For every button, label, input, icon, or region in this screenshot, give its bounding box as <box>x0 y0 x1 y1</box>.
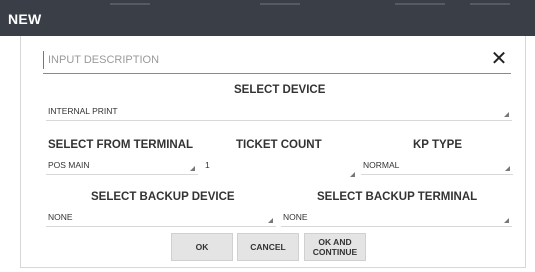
cancel-button-label: CANCEL <box>250 242 286 252</box>
dropdown-triangle-icon <box>190 166 195 171</box>
close-icon[interactable]: ✕ <box>489 48 509 70</box>
cancel-button[interactable]: CANCEL <box>237 233 299 261</box>
titlebar-shadow-artifact <box>395 3 445 5</box>
select-device-label: SELECT DEVICE <box>234 84 326 96</box>
ok-and-continue-button[interactable]: OK AND CONTINUE <box>304 233 366 261</box>
window-title: NEW <box>8 11 42 27</box>
dropdown-triangle-icon <box>504 112 509 117</box>
ticket-count-field[interactable]: 1 <box>201 155 356 175</box>
backup-device-dropdown[interactable]: NONE <box>46 207 276 227</box>
ok-button[interactable]: OK <box>171 233 233 261</box>
select-terminal-dropdown[interactable]: POS MAIN <box>46 155 198 175</box>
kp-type-dropdown[interactable]: NORMAL <box>361 155 513 175</box>
backup-device-value: NONE <box>48 212 73 222</box>
titlebar-shadow-artifact <box>470 3 510 5</box>
new-device-dialog: ✕ SELECT DEVICE INTERNAL PRINT SELECT FR… <box>20 36 526 268</box>
backup-device-label: SELECT BACKUP DEVICE <box>91 191 235 203</box>
select-terminal-label: SELECT FROM TERMINAL <box>48 139 194 151</box>
ticket-count-label: TICKET COUNT <box>236 139 322 151</box>
backup-terminal-label: SELECT BACKUP TERMINAL <box>317 191 478 203</box>
window-titlebar: NEW <box>0 0 535 36</box>
ok-and-continue-label-line2: CONTINUE <box>312 247 358 257</box>
dropdown-triangle-icon <box>350 172 355 177</box>
description-input[interactable] <box>43 51 463 69</box>
ok-and-continue-label-line1: OK AND <box>318 237 352 247</box>
ok-button-label: OK <box>195 242 209 252</box>
backup-terminal-value: NONE <box>283 212 308 222</box>
kp-type-value: NORMAL <box>363 160 400 170</box>
backup-terminal-dropdown[interactable]: NONE <box>281 207 512 227</box>
dropdown-triangle-icon <box>505 166 510 171</box>
titlebar-shadow-artifact <box>260 3 300 5</box>
dropdown-triangle-icon <box>268 218 273 223</box>
description-row: ✕ <box>43 48 511 74</box>
select-terminal-value: POS MAIN <box>48 160 90 170</box>
ticket-count-value: 1 <box>205 160 210 170</box>
titlebar-shadow-artifact <box>110 3 150 5</box>
dropdown-triangle-icon <box>504 218 509 223</box>
kp-type-label: KP TYPE <box>413 139 462 151</box>
select-device-dropdown[interactable]: INTERNAL PRINT <box>46 101 512 121</box>
select-device-value: INTERNAL PRINT <box>48 106 118 116</box>
